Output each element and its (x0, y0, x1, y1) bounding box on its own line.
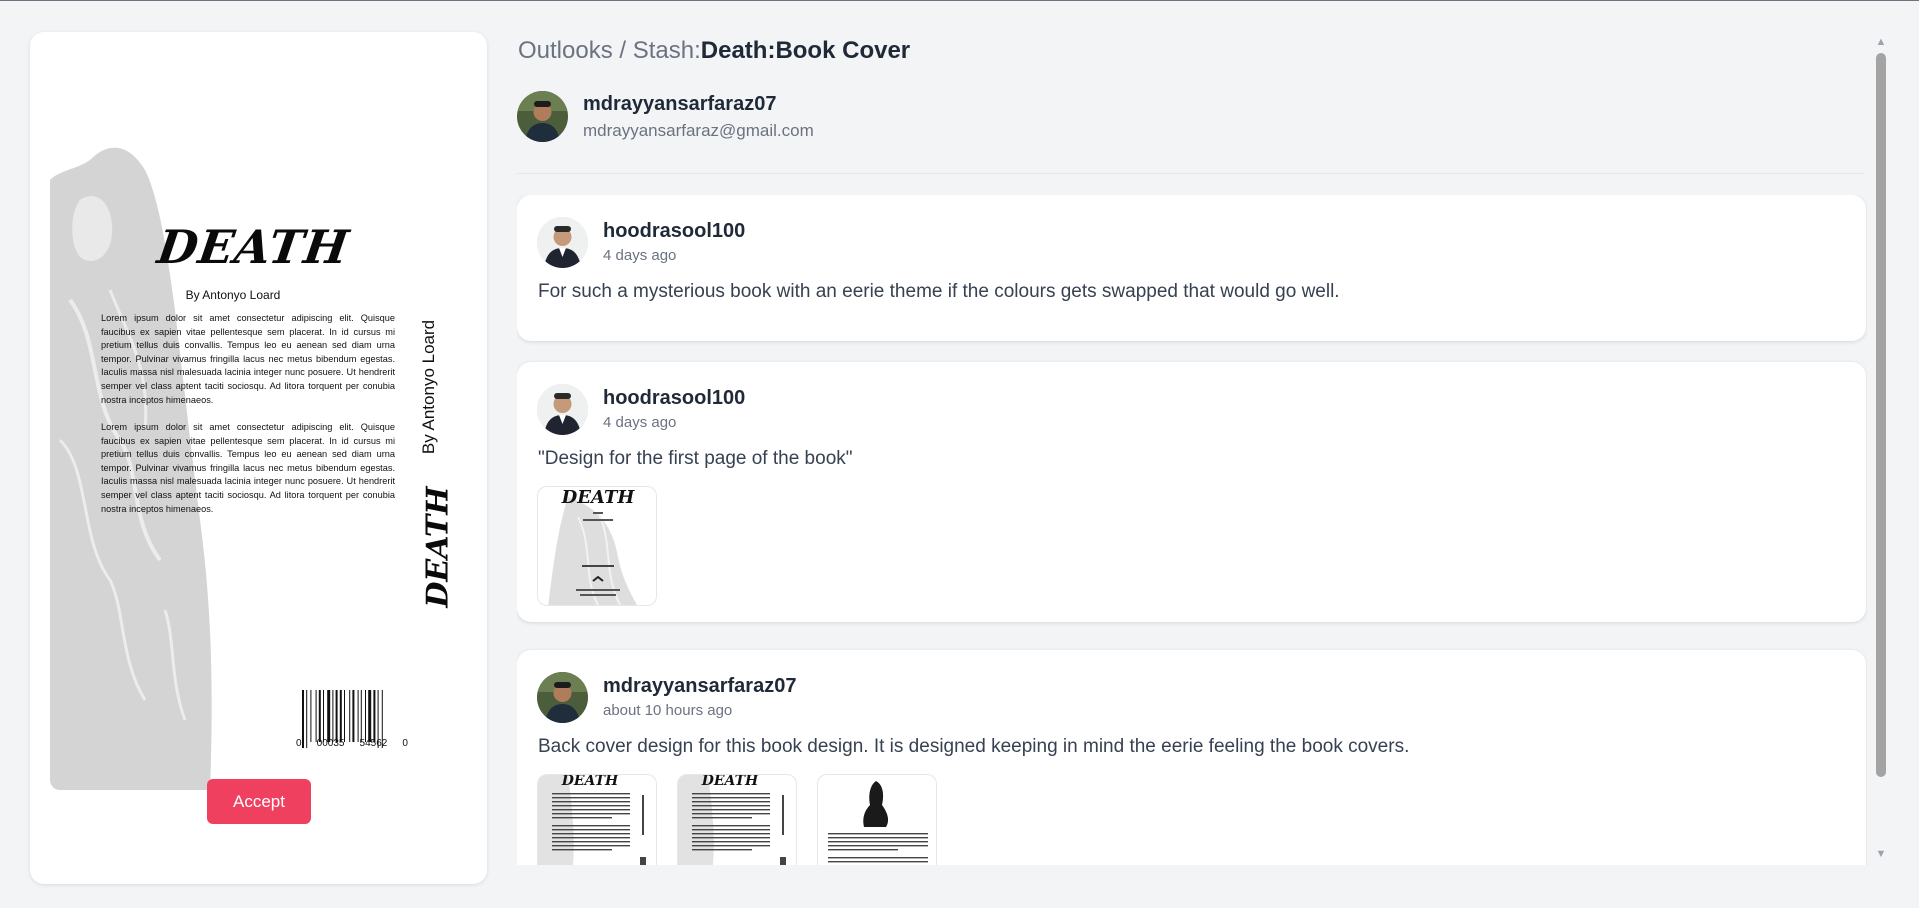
triangle-up-icon[interactable]: ▲ (1874, 35, 1888, 49)
comment-card: hoodrasool100 4 days ago For such a myst… (517, 195, 1866, 341)
avatar[interactable] (517, 91, 568, 142)
barcode-digit-left: 0 (296, 738, 302, 749)
cover-paragraph-2: Lorem ipsum dolor sit amet consectetur a… (101, 422, 395, 514)
barcode-digit-right: 0 (402, 738, 408, 749)
comment-text: Back cover design for this book design. … (538, 736, 1410, 757)
cover-title: DEATH (154, 220, 353, 274)
cover-paragraph-1: Lorem ipsum dolor sit amet consectetur a… (101, 313, 395, 405)
comment-card: hoodrasool100 4 days ago "Design for the… (517, 362, 1866, 622)
comment-timestamp: 4 days ago (603, 247, 677, 264)
divider (517, 173, 1865, 174)
comment-card: mdrayyansarfaraz07 about 10 hours ago Ba… (517, 650, 1866, 865)
comment-text: "Design for the first page of the book" (538, 448, 853, 469)
comments-feed[interactable]: hoodrasool100 4 days ago For such a myst… (517, 195, 1867, 865)
scrollbar-thumb[interactable] (1876, 53, 1886, 777)
avatar[interactable] (537, 217, 588, 268)
svg-text:DEATH: DEATH (701, 775, 759, 789)
attachment-thumbnail[interactable]: DEATH (537, 774, 657, 865)
breadcrumb-current: Death:Book Cover (700, 37, 911, 64)
comment-timestamp: 4 days ago (603, 414, 677, 431)
avatar[interactable] (537, 672, 588, 723)
barcode-digits-1: 00035 (316, 738, 345, 749)
spine-author: By Antonyo Loard (419, 319, 438, 455)
accept-button[interactable]: Accept (207, 779, 311, 824)
comment-username[interactable]: hoodrasool100 (603, 220, 745, 243)
barcode-numbers: 0 00035 54562 0 (296, 738, 408, 749)
owner-email: mdrayyansarfaraz@gmail.com (583, 121, 814, 140)
preview-card: DEATH By Antonyo Loard Lorem ipsum dolor… (30, 32, 487, 884)
book-cover-image: DEATH By Antonyo Loard Lorem ipsum dolor… (50, 52, 464, 790)
comment-username[interactable]: hoodrasool100 (603, 387, 745, 410)
spine-title: DEATH (420, 486, 456, 608)
owner-username[interactable]: mdrayyansarfaraz07 (583, 93, 776, 116)
breadcrumb-path: Outlooks / Stash: (518, 37, 701, 64)
comment-timestamp: about 10 hours ago (603, 702, 733, 719)
triangle-down-icon[interactable]: ▼ (1874, 847, 1888, 861)
comment-username[interactable]: mdrayyansarfaraz07 (603, 675, 796, 698)
attachment-thumbnail[interactable] (817, 774, 937, 865)
breadcrumb: Outlooks / Stash:Death:Book Cover (518, 37, 910, 65)
svg-text:DEATH: DEATH (561, 487, 636, 508)
attachment-thumbnail[interactable]: DEATH (537, 486, 657, 606)
attachment-thumbnail[interactable]: DEATH (677, 774, 797, 865)
svg-text:DEATH: DEATH (561, 775, 619, 789)
cover-author: By Antonyo Loard (185, 288, 281, 302)
comment-text: For such a mysterious book with an eerie… (538, 281, 1340, 302)
avatar[interactable] (537, 384, 588, 435)
barcode-digits-2: 54562 (359, 738, 388, 749)
